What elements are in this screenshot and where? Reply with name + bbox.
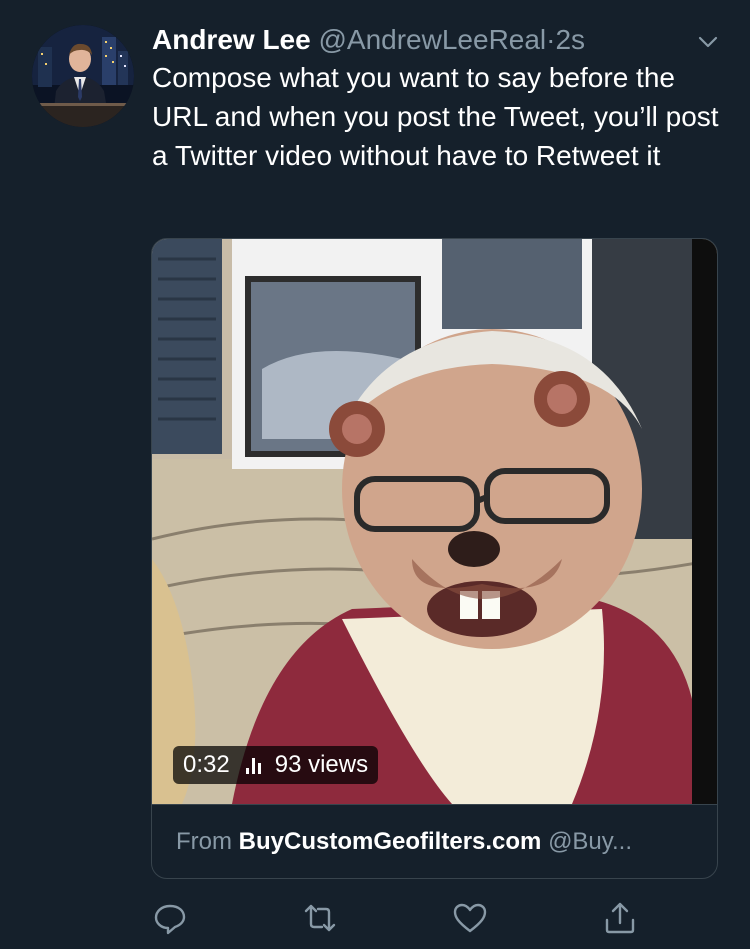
tweet-header: Andrew Lee @AndrewLeeReal·2s	[152, 22, 712, 58]
source-handle[interactable]: @Buy...	[548, 828, 632, 855]
chevron-down-icon[interactable]	[694, 28, 722, 56]
like-icon[interactable]	[452, 900, 488, 936]
video-card[interactable]: 0:32 93 views From BuyCustomGeofilters.c…	[151, 238, 718, 879]
video-info-badge: 0:32 93 views	[173, 746, 379, 784]
timestamp[interactable]: 2s	[555, 24, 585, 55]
video-duration: 0:32	[183, 751, 230, 778]
author-name[interactable]: Andrew Lee	[152, 24, 311, 55]
tweet-text: Compose what you want to say before the …	[152, 62, 719, 171]
video-views: 93 views	[274, 751, 369, 778]
source-domain[interactable]: BuyCustomGeofilters.com	[239, 828, 542, 855]
source-prefix: From	[176, 828, 232, 855]
video-source[interactable]: From BuyCustomGeofilters.com @Buy...	[152, 804, 717, 878]
reply-icon[interactable]	[152, 900, 188, 936]
tweet-actions	[0, 900, 750, 940]
avatar[interactable]	[32, 25, 134, 127]
view-count-icon	[245, 756, 261, 774]
retweet-icon[interactable]	[302, 900, 338, 936]
share-icon[interactable]	[602, 900, 638, 936]
author-handle[interactable]: @AndrewLeeReal	[318, 24, 546, 55]
tweet[interactable]: Andrew Lee @AndrewLeeReal·2s Compose wha…	[0, 0, 750, 949]
video-frame	[152, 239, 717, 804]
video-player[interactable]: 0:32 93 views	[152, 239, 717, 804]
